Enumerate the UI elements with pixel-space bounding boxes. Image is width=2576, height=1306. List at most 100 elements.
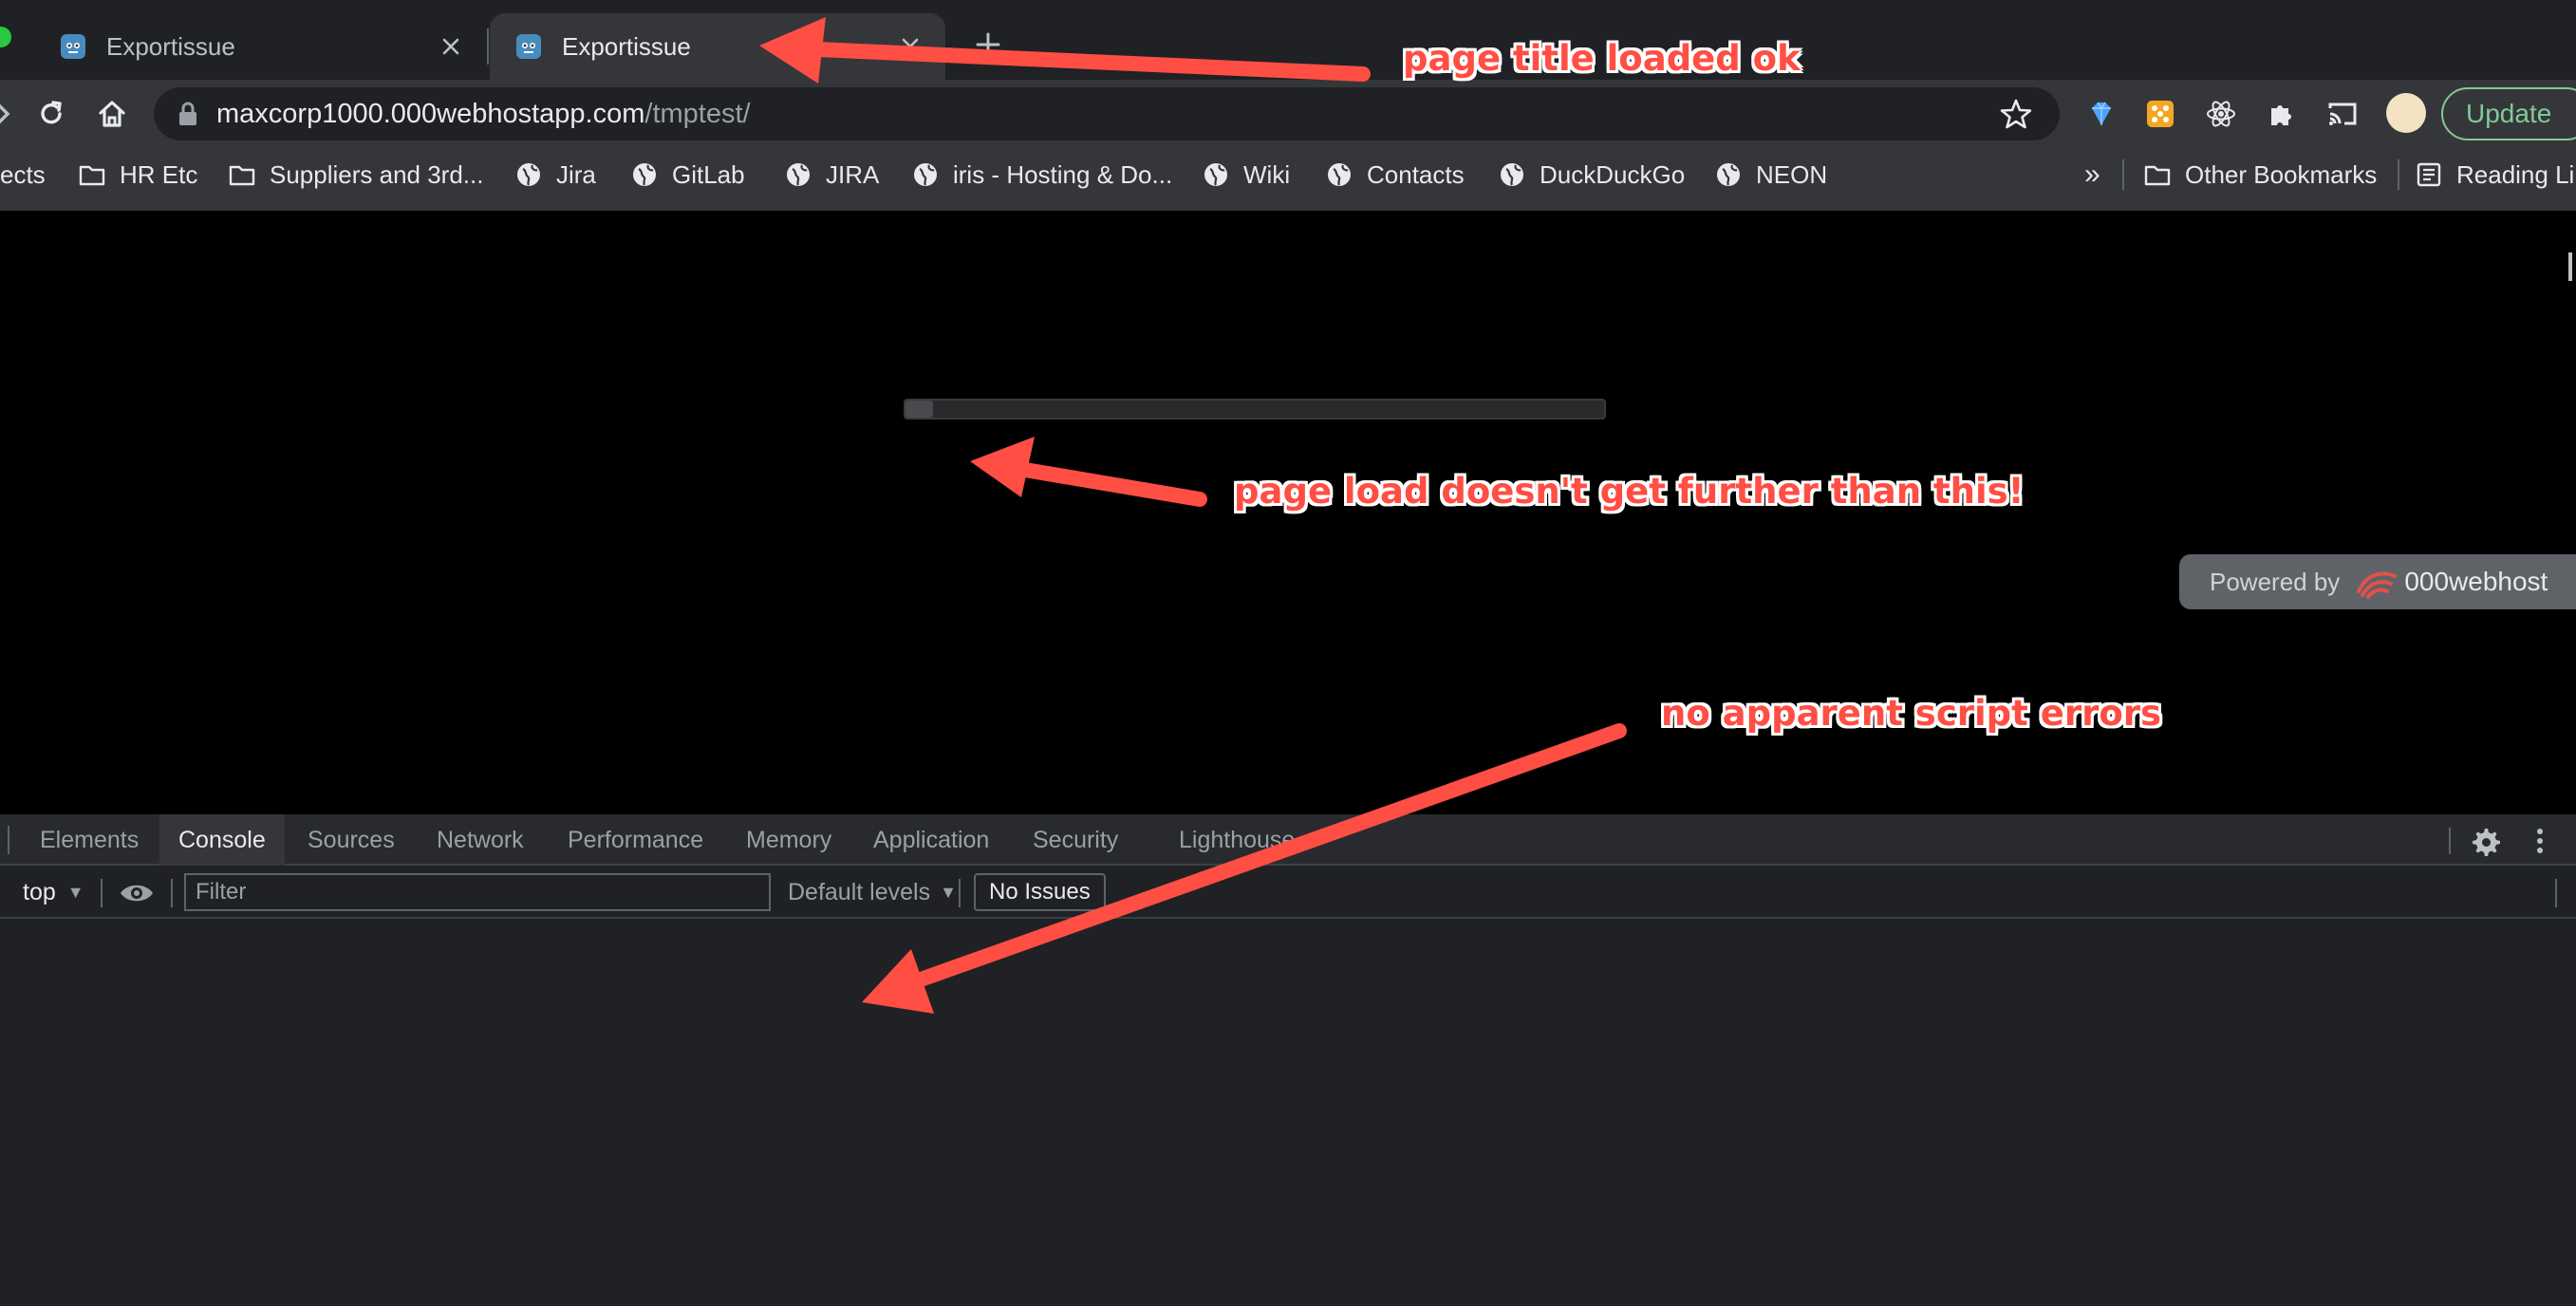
bookmark-separator xyxy=(2398,159,2399,190)
devtools-tab-performance[interactable]: Performance xyxy=(549,814,722,866)
bookmark-label: Other Bookmarks xyxy=(2185,159,2378,189)
browser-tab-1[interactable]: Exportissue xyxy=(34,13,486,80)
update-button[interactable]: Update xyxy=(2441,87,2576,140)
devtools-separator xyxy=(8,826,9,854)
bookmark-gitlab[interactable]: GitLab xyxy=(630,156,745,194)
bookmark-label: ects xyxy=(0,159,46,189)
bookmark-duckduckgo[interactable]: DuckDuckGo xyxy=(1498,156,1685,194)
devtools-tab-sources[interactable]: Sources xyxy=(289,814,414,866)
bookmark-label: Wiki xyxy=(1243,159,1291,189)
globe-icon xyxy=(1204,163,1227,186)
console-separator xyxy=(959,879,961,907)
bookmark-jira[interactable]: Jira xyxy=(514,156,596,194)
log-levels-label: Default levels xyxy=(788,878,931,905)
globe-icon xyxy=(517,163,540,186)
reload-icon[interactable] xyxy=(32,95,70,133)
devtools-separator xyxy=(2449,828,2451,854)
loading-progress-bar xyxy=(904,399,1606,420)
context-selector[interactable]: top ▼ xyxy=(23,875,84,909)
folder-icon xyxy=(79,165,105,186)
devtools-tab-security[interactable]: Security xyxy=(1014,814,1137,866)
devtools-tab-lighthouse[interactable]: Lighthouse xyxy=(1160,814,1314,866)
bookmark-label: iris - Hosting & Do... xyxy=(953,159,1173,189)
globe-icon xyxy=(1328,163,1351,186)
favicon-icon xyxy=(61,34,85,59)
lock-icon[interactable] xyxy=(177,101,199,127)
devtools-tab-memory[interactable]: Memory xyxy=(727,814,850,866)
globe-icon xyxy=(914,163,937,186)
tab-title: Exportissue xyxy=(106,31,235,61)
devtools-tab-network[interactable]: Network xyxy=(418,814,543,866)
caret-down-icon: ▼ xyxy=(940,882,957,902)
bookmark-label: Suppliers and 3rd... xyxy=(270,159,484,189)
devtools-tab-elements[interactable]: Elements xyxy=(21,814,158,866)
url-path: /tmptest/ xyxy=(644,98,751,129)
home-icon[interactable] xyxy=(93,95,131,133)
globe-icon xyxy=(633,163,656,186)
other-bookmarks-folder[interactable]: Other Bookmarks xyxy=(2143,156,2377,194)
forward-icon[interactable] xyxy=(0,95,23,133)
000webhost-logo-icon xyxy=(2357,571,2398,599)
gem-extension-icon[interactable] xyxy=(2082,95,2120,133)
tab-separator xyxy=(487,28,489,65)
context-label: top xyxy=(23,878,56,905)
globe-icon xyxy=(1501,163,1523,186)
loading-progress-fill xyxy=(905,401,934,418)
bookmark-label: JIRA xyxy=(826,159,880,189)
console-separator xyxy=(101,879,103,907)
settings-gear-icon[interactable] xyxy=(2468,824,2502,858)
address-bar[interactable]: maxcorp1000.000webhostapp.com/tmptest/ xyxy=(154,87,2060,140)
bookmark-folder-hr-etc[interactable]: HR Etc xyxy=(78,156,197,194)
bookmark-iris[interactable]: iris - Hosting & Do... xyxy=(911,156,1172,194)
new-tab-icon[interactable] xyxy=(972,28,1004,61)
reading-list-button[interactable]: Reading Li xyxy=(2415,156,2574,194)
orange-extension-icon[interactable] xyxy=(2141,95,2179,133)
powered-by-badge[interactable]: Powered by 000webhost xyxy=(2179,554,2576,609)
globe-icon xyxy=(1717,163,1740,186)
extensions-puzzle-icon[interactable] xyxy=(2263,95,2301,133)
powered-by-brand: 000webhost xyxy=(2404,567,2548,596)
caret-down-icon: ▼ xyxy=(66,882,84,902)
devtools-tab-application[interactable]: Application xyxy=(854,814,1008,866)
bookmark-star-icon[interactable] xyxy=(1999,97,2033,131)
bookmark-jira-2[interactable]: JIRA xyxy=(784,156,879,194)
console-filter-input[interactable] xyxy=(184,873,771,911)
issues-button[interactable]: No Issues xyxy=(974,873,1106,911)
url-text: maxcorp1000.000webhostapp.com/tmptest/ xyxy=(216,99,751,130)
close-tab-icon[interactable] xyxy=(439,34,463,59)
bookmark-wiki[interactable]: Wiki xyxy=(1202,156,1290,194)
close-tab-icon[interactable] xyxy=(898,34,923,59)
url-host: maxcorp1000.000webhostapp.com xyxy=(216,98,645,129)
bookmark-neon[interactable]: NEON xyxy=(1714,156,1827,194)
devtools-tab-console[interactable]: Console xyxy=(159,814,285,866)
bookmark-item-ects[interactable]: ects xyxy=(0,156,46,194)
annotation-load-note: page load doesn't get further than this! xyxy=(1234,471,2025,512)
bookmark-label: HR Etc xyxy=(120,159,198,189)
globe-icon xyxy=(787,163,810,186)
bookmark-label: DuckDuckGo xyxy=(1540,159,1686,189)
bookmark-folder-suppliers[interactable]: Suppliers and 3rd... xyxy=(228,156,483,194)
log-levels-dropdown[interactable]: Default levels ▼ xyxy=(788,875,957,909)
folder-icon xyxy=(2144,165,2171,186)
annotation-errors-note: no apparent script errors xyxy=(1661,693,2162,734)
more-options-icon[interactable] xyxy=(2525,824,2555,858)
annotation-title-note: page title loaded ok xyxy=(1403,38,1801,79)
tab-title: Exportissue xyxy=(562,31,691,61)
page-viewport xyxy=(0,211,2576,814)
console-separator xyxy=(171,879,173,907)
react-devtools-icon[interactable] xyxy=(2202,95,2240,133)
bookmarks-overflow-button[interactable]: » xyxy=(2084,156,2100,194)
console-separator xyxy=(2555,879,2557,907)
eye-icon[interactable] xyxy=(118,877,156,909)
bookmark-label: GitLab xyxy=(672,159,745,189)
folder-icon xyxy=(229,165,255,186)
bookmark-label: Contacts xyxy=(1367,159,1465,189)
bookmark-label: NEON xyxy=(1756,159,1828,189)
bookmark-label: Reading Li xyxy=(2456,159,2575,189)
bookmark-label: Jira xyxy=(556,159,596,189)
bookmark-contacts[interactable]: Contacts xyxy=(1325,156,1465,194)
browser-tab-2-active[interactable]: Exportissue xyxy=(490,13,945,80)
mouse-cursor xyxy=(2568,252,2572,281)
profile-avatar[interactable] xyxy=(2386,93,2426,133)
cast-icon[interactable] xyxy=(2324,95,2361,133)
